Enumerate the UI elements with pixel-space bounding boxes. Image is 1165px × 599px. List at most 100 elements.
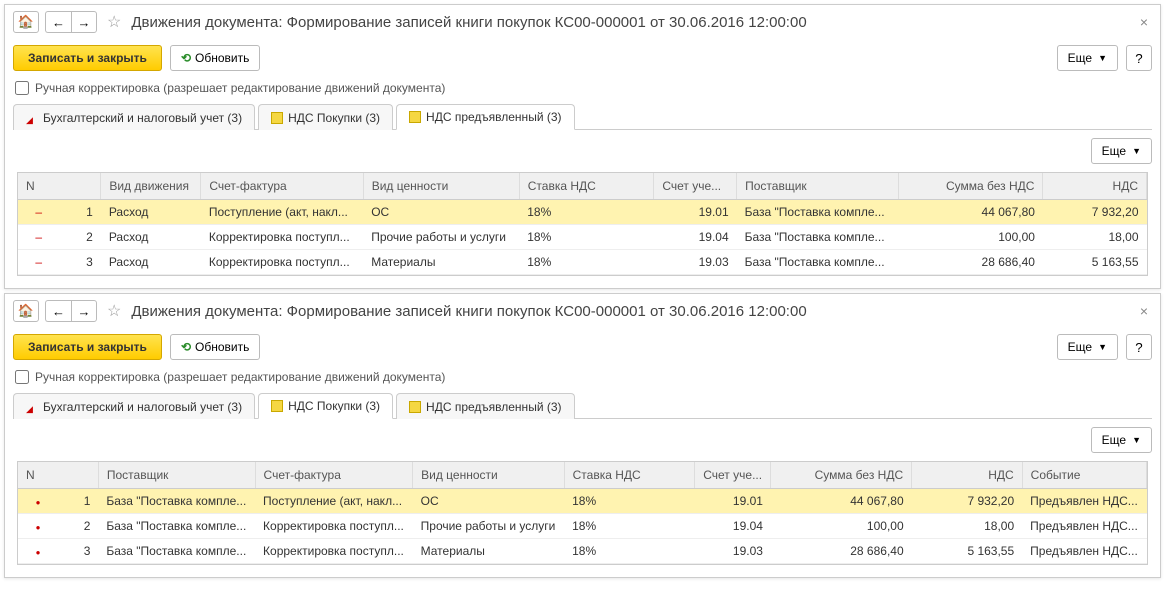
col-n[interactable]: N — [18, 462, 98, 489]
move-cell: Расход — [101, 200, 201, 225]
refresh-button[interactable]: ⟲ Обновить — [170, 45, 260, 71]
col-value-type[interactable]: Вид ценности — [413, 462, 564, 489]
val-cell: Материалы — [413, 539, 564, 564]
tab-label: Бухгалтерский и налоговый учет (3) — [43, 400, 242, 414]
mark-cell: – — [18, 250, 59, 275]
sf-cell: Корректировка поступл... — [201, 225, 363, 250]
tab-label: Бухгалтерский и налоговый учет (3) — [43, 111, 242, 125]
acc-cell: 19.04 — [654, 225, 737, 250]
col-sum[interactable]: Сумма без НДС — [771, 462, 912, 489]
forward-button[interactable]: → — [71, 300, 97, 322]
tab-accounting[interactable]: Бухгалтерский и налоговый учет (3) — [13, 393, 255, 419]
refresh-icon: ⟲ — [181, 51, 191, 65]
col-event[interactable]: Событие — [1022, 462, 1146, 489]
table-more-button[interactable]: Еще ▼ — [1091, 138, 1152, 164]
supp-cell: База "Поставка компле... — [737, 225, 898, 250]
evt-cell: Предъявлен НДС... — [1022, 489, 1146, 514]
sf-cell: Поступление (акт, накл... — [255, 489, 413, 514]
back-button[interactable]: ← — [45, 300, 71, 322]
save-close-button[interactable]: Записать и закрыть — [13, 45, 162, 71]
col-sum[interactable]: Сумма без НДС — [898, 173, 1043, 200]
help-button[interactable]: ? — [1126, 45, 1152, 71]
tab-vat-purchases[interactable]: НДС Покупки (3) — [258, 393, 393, 419]
supp-cell: База "Поставка компле... — [98, 514, 255, 539]
col-invoice[interactable]: Счет-фактура — [201, 173, 363, 200]
n-cell: 1 — [59, 200, 100, 225]
sf-cell: Поступление (акт, накл... — [201, 200, 363, 225]
page-title: Движения документа: Формирование записей… — [131, 303, 806, 320]
tabs: Бухгалтерский и налоговый учет (3) НДС П… — [13, 103, 1152, 130]
chevron-down-icon: ▼ — [1098, 342, 1107, 352]
col-vat[interactable]: НДС — [1043, 173, 1147, 200]
tab-vat-presented[interactable]: НДС предъявленный (3) — [396, 393, 574, 419]
titlebar: 🏠 ← → ☆ Движения документа: Формирование… — [5, 5, 1160, 39]
sum-cell: 44 067,80 — [898, 200, 1043, 225]
table-row[interactable]: 3 База "Поставка компле... Корректировка… — [18, 539, 1147, 564]
col-move-type[interactable]: Вид движения — [101, 173, 201, 200]
table-more-button[interactable]: Еще ▼ — [1091, 427, 1152, 453]
supp-cell: База "Поставка компле... — [98, 489, 255, 514]
close-icon[interactable]: × — [1136, 303, 1152, 319]
vat-cell: 7 932,20 — [912, 489, 1023, 514]
supp-cell: База "Поставка компле... — [98, 539, 255, 564]
table-row[interactable]: – 2 Расход Корректировка поступл... Проч… — [18, 225, 1147, 250]
help-button[interactable]: ? — [1126, 334, 1152, 360]
col-account[interactable]: Счет уче... — [654, 173, 737, 200]
supp-cell: База "Поставка компле... — [737, 200, 898, 225]
n-cell: 1 — [58, 489, 98, 514]
move-cell: Расход — [101, 225, 201, 250]
table-row[interactable]: – 1 Расход Поступление (акт, накл... ОС … — [18, 200, 1147, 225]
more-label: Еще — [1102, 144, 1126, 158]
register-icon — [271, 400, 283, 412]
tab-vat-purchases[interactable]: НДС Покупки (3) — [258, 104, 393, 130]
sum-cell: 28 686,40 — [898, 250, 1043, 275]
star-icon[interactable]: ☆ — [107, 301, 121, 321]
acc-cell: 19.01 — [654, 200, 737, 225]
vat-cell: 18,00 — [1043, 225, 1147, 250]
rate-cell: 18% — [519, 225, 654, 250]
col-value-type[interactable]: Вид ценности — [363, 173, 519, 200]
register-icon — [409, 401, 421, 413]
tab-label: НДС предъявленный (3) — [426, 400, 561, 414]
tab-vat-presented[interactable]: НДС предъявленный (3) — [396, 104, 574, 130]
tab-accounting[interactable]: Бухгалтерский и налоговый учет (3) — [13, 104, 255, 130]
col-supplier[interactable]: Поставщик — [737, 173, 898, 200]
col-n[interactable]: N — [18, 173, 101, 200]
home-button[interactable]: 🏠 — [13, 300, 39, 322]
table-toolbar: Еще ▼ — [5, 419, 1160, 461]
close-icon[interactable]: × — [1136, 14, 1152, 30]
manual-edit-label: Ручная корректировка (разрешает редактир… — [35, 81, 445, 95]
manual-edit-checkbox[interactable] — [15, 81, 29, 95]
evt-cell: Предъявлен НДС... — [1022, 539, 1146, 564]
tab-label: НДС предъявленный (3) — [426, 110, 561, 124]
col-vat-rate[interactable]: Ставка НДС — [519, 173, 654, 200]
more-button[interactable]: Еще ▼ — [1057, 45, 1118, 71]
table-row[interactable]: 2 База "Поставка компле... Корректировка… — [18, 514, 1147, 539]
col-vat[interactable]: НДС — [912, 462, 1023, 489]
col-account[interactable]: Счет уче... — [695, 462, 771, 489]
accounting-icon — [26, 401, 38, 413]
tabs: Бухгалтерский и налоговый учет (3) НДС П… — [13, 392, 1152, 419]
acc-cell: 19.04 — [695, 514, 771, 539]
save-close-button[interactable]: Записать и закрыть — [13, 334, 162, 360]
star-icon[interactable]: ☆ — [107, 12, 121, 32]
col-invoice[interactable]: Счет-фактура — [255, 462, 413, 489]
mark-cell — [18, 539, 58, 564]
back-button[interactable]: ← — [45, 11, 71, 33]
home-button[interactable]: 🏠 — [13, 11, 39, 33]
table-row[interactable]: 1 База "Поставка компле... Поступление (… — [18, 489, 1147, 514]
refresh-button[interactable]: ⟲ Обновить — [170, 334, 260, 360]
vat-cell: 5 163,55 — [1043, 250, 1147, 275]
mark-cell — [18, 514, 58, 539]
more-label: Еще — [1068, 51, 1092, 65]
forward-button[interactable]: → — [71, 11, 97, 33]
col-supplier[interactable]: Поставщик — [98, 462, 255, 489]
manual-edit-checkbox[interactable] — [15, 370, 29, 384]
sum-cell: 100,00 — [771, 514, 912, 539]
col-vat-rate[interactable]: Ставка НДС — [564, 462, 695, 489]
more-button[interactable]: Еще ▼ — [1057, 334, 1118, 360]
n-cell: 3 — [58, 539, 98, 564]
val-cell: ОС — [363, 200, 519, 225]
vat-cell: 18,00 — [912, 514, 1023, 539]
table-row[interactable]: – 3 Расход Корректировка поступл... Мате… — [18, 250, 1147, 275]
